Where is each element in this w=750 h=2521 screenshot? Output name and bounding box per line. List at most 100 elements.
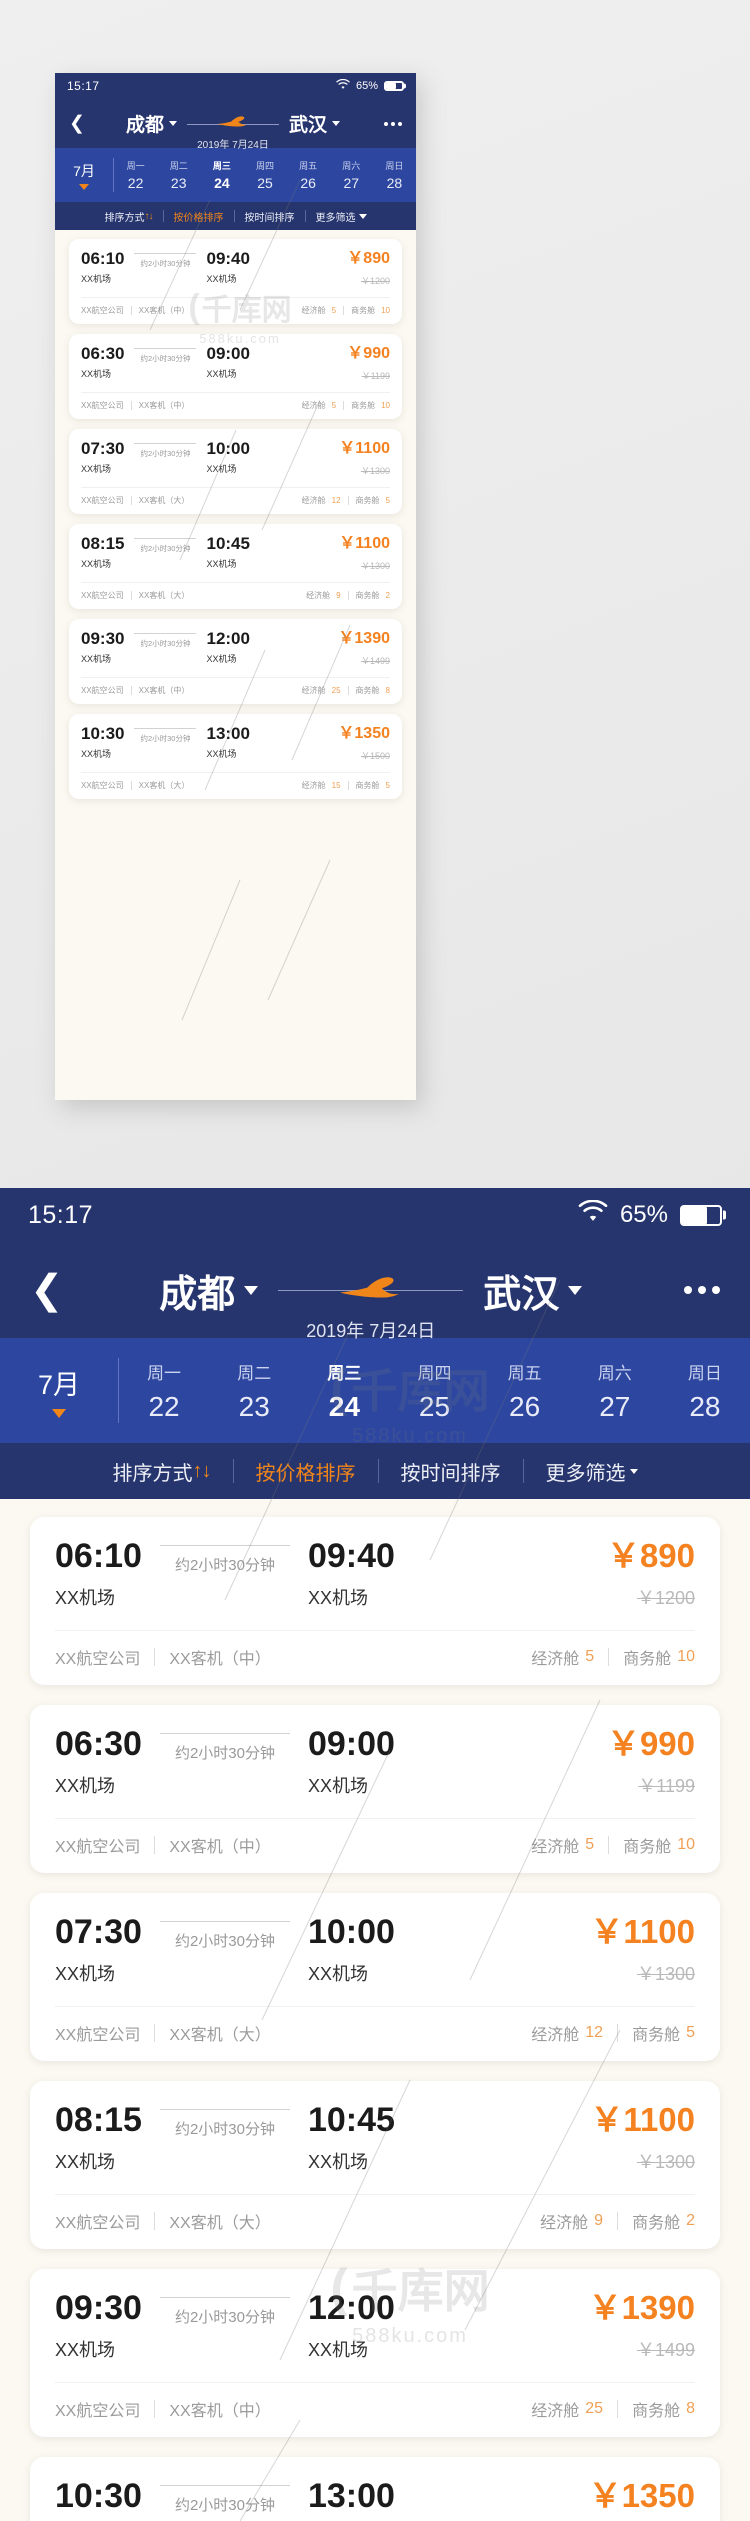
departure-time: 09:30 (55, 2289, 142, 2327)
seat-info: 经济舱 15 商务舱 5 (302, 780, 390, 791)
flight-duration: 约2小时30分钟 (140, 734, 191, 743)
flight-card[interactable]: 07:30 XX机场 约2小时30分钟 10:00 XX机场 ￥1100 ￥1300 XX航空… (30, 1893, 720, 2061)
day-list: 周一 22 周二 23 周三 24 周四 25 周五 26 周六 27 周日 28 (119, 1338, 750, 1443)
departure-block: 07:30 XX机场 (55, 1915, 142, 1986)
divider (347, 591, 349, 600)
flight-card[interactable]: 07:30 XX机场 约2小时30分钟 10:00 XX机场 ￥1100 ￥1300 XX航空… (69, 429, 402, 514)
flight-card[interactable]: 06:30 XX机场 约2小时30分钟 09:00 XX机场 ￥990 ￥1199 XX航空公… (69, 334, 402, 419)
date-item[interactable]: 周一 22 (119, 1338, 209, 1443)
flight-card[interactable]: 06:30 XX机场 约2小时30分钟 09:00 XX机场 ￥990 ￥1199 XX航空公… (30, 1705, 720, 1873)
battery-icon (680, 1204, 722, 1226)
business-seats: 2 (385, 591, 390, 600)
flight-card[interactable]: 06:10 XX机场 约2小时30分钟 09:40 XX机场 ￥890 ￥1200 XX航空公… (30, 1517, 720, 1685)
month-selector[interactable]: 7月 (55, 148, 113, 202)
duration-block: 约2小时30分钟 (159, 2297, 290, 2327)
day-number: 22 (127, 175, 144, 191)
more-options-button[interactable] (678, 1286, 720, 1294)
sort-mode-button[interactable]: 排序方式 ↑↓ (95, 209, 163, 224)
origin-city-selector[interactable]: 成都 (126, 110, 177, 137)
business-seats: 5 (385, 781, 390, 790)
flight-card[interactable]: 08:15 XX机场 约2小时30分钟 10:45 XX机场 ￥1100 ￥1300 XX航空… (69, 524, 402, 609)
divider (608, 1648, 610, 1666)
date-item[interactable]: 周日 28 (373, 148, 416, 202)
arrival-time: 09:00 (307, 1725, 395, 1763)
airplane-icon (216, 115, 250, 133)
route-indicator (278, 1270, 464, 1310)
flight-duration: 约2小时30分钟 (140, 354, 191, 363)
airline-name: XX航空公司 (81, 591, 124, 600)
more-options-button[interactable] (381, 121, 402, 126)
date-item[interactable]: 周四 25 (389, 1338, 479, 1443)
day-number: 25 (418, 1390, 451, 1422)
departure-block: 09:30 XX机场 (55, 2291, 142, 2362)
date-item-selected[interactable]: 周三 24 (299, 1338, 389, 1443)
date-item[interactable]: 周二 23 (157, 148, 200, 202)
arrival-block: 12:00 XX机场 (206, 630, 249, 665)
flight-card[interactable]: 10:30XX机场约2小时30分钟13:00XX机场￥1350￥1500XX航空… (30, 2457, 720, 2521)
sort-mode-button[interactable]: 排序方式 ↑↓ (91, 1457, 233, 1486)
business-seats: 10 (677, 1836, 695, 1853)
flight-card[interactable]: 08:15 XX机场 约2小时30分钟 10:45 XX机场 ￥1100 ￥1300 XX航空… (30, 2081, 720, 2249)
month-selector[interactable]: 7月 (0, 1338, 118, 1443)
flight-card-bottom: XX航空公司 XX客机（大） 经济舱 9 商务舱 2 (55, 2194, 695, 2233)
flight-card[interactable]: 10:30XX机场约2小时30分钟13:00XX机场￥1350￥1500XX航空… (69, 714, 402, 799)
destination-city-selector[interactable]: 武汉 (483, 1263, 583, 1318)
aircraft-type: XX客机（大） (169, 2027, 271, 2044)
day-number: 25 (257, 175, 273, 191)
date-item[interactable]: 周五 26 (287, 148, 330, 202)
day-of-week: 周三 (327, 1363, 362, 1383)
flight-card-bottom: XX航空公司 XX客机（大） 经济舱 9 商务舱 2 (81, 582, 390, 601)
back-button[interactable]: ❮ (69, 114, 85, 133)
airline-info: XX航空公司 XX客机（大） (81, 780, 189, 791)
sort-by-time-button[interactable]: 按时间排序 (379, 1457, 523, 1486)
day-of-week: 周一 (147, 1363, 182, 1383)
flight-card[interactable]: 09:30 XX机场 约2小时30分钟 12:00 XX机场 ￥1390 ￥1499 XX航空… (30, 2269, 720, 2437)
date-item[interactable]: 周二 23 (209, 1338, 299, 1443)
airplane-icon (337, 1275, 405, 1305)
arrival-time: 13:00 (206, 724, 250, 743)
economy-seats: 15 (331, 781, 341, 790)
airline-name: XX航空公司 (55, 1839, 141, 1856)
destination-city-selector[interactable]: 武汉 (289, 110, 340, 137)
date-item[interactable]: 周四 25 (243, 148, 286, 202)
date-item[interactable]: 周一 22 (114, 148, 157, 202)
economy-label: 经济舱 (531, 2027, 580, 2044)
route-line (159, 1733, 290, 1734)
airline-info: XX航空公司 XX客机（中） (55, 2397, 271, 2421)
flight-card[interactable]: 09:30 XX机场 约2小时30分钟 12:00 XX机场 ￥1390 ￥1499 XX航空… (69, 619, 402, 704)
economy-seats: 12 (331, 496, 341, 505)
date-item-selected[interactable]: 周三 24 (200, 148, 243, 202)
current-price: ￥1350 (588, 2477, 695, 2514)
seat-info: 经济舱 12 商务舱 5 (531, 2021, 695, 2045)
date-item[interactable]: 周六 27 (570, 1338, 660, 1443)
sort-by-time-button[interactable]: 按时间排序 (235, 209, 305, 224)
flight-list: 06:10 XX机场 约2小时30分钟 09:40 XX机场 ￥890 ￥1200 XX航空公… (55, 230, 416, 813)
more-filter-button[interactable]: 更多筛选 (306, 209, 377, 224)
aircraft-type: XX客机（大） (138, 591, 190, 600)
flight-card-top: 09:30 XX机场 约2小时30分钟 12:00 XX机场 ￥1390 ￥1499 (81, 630, 390, 667)
departure-time: 06:30 (81, 344, 125, 363)
business-label: 商务舱 (351, 306, 376, 315)
back-button[interactable]: ❮ (30, 1270, 64, 1310)
date-item[interactable]: 周六 27 (330, 148, 373, 202)
departure-block: 10:30XX机场 (55, 2479, 142, 2521)
divider (154, 2212, 156, 2230)
duration-block: 约2小时30分钟 (134, 348, 197, 364)
day-number: 26 (509, 1390, 541, 1422)
flight-card[interactable]: 06:10 XX机场 约2小时30分钟 09:40 XX机场 ￥890 ￥1200 XX航空公… (69, 239, 402, 324)
date-item[interactable]: 周日 28 (660, 1338, 750, 1443)
departure-airport: XX机场 (55, 1588, 116, 1608)
aircraft-type: XX客机（中） (169, 1839, 271, 1856)
business-seats: 5 (686, 2024, 695, 2041)
duration-block: 约2小时30分钟 (134, 443, 197, 459)
sort-by-price-button[interactable]: 按价格排序 (164, 209, 234, 224)
route-line (134, 253, 197, 254)
day-list: 周一 22 周二 23 周三 24 周四 25 周五 26 周六 27 周日 28 (114, 148, 416, 202)
divider (617, 2212, 619, 2230)
more-filter-button[interactable]: 更多筛选 (524, 1457, 660, 1486)
sort-by-price-button[interactable]: 按价格排序 (234, 1457, 378, 1486)
duration-block: 约2小时30分钟 (159, 2109, 290, 2139)
date-item[interactable]: 周五 26 (480, 1338, 570, 1443)
origin-city-selector[interactable]: 成都 (159, 1263, 259, 1318)
flight-duration: 约2小时30分钟 (140, 544, 191, 553)
